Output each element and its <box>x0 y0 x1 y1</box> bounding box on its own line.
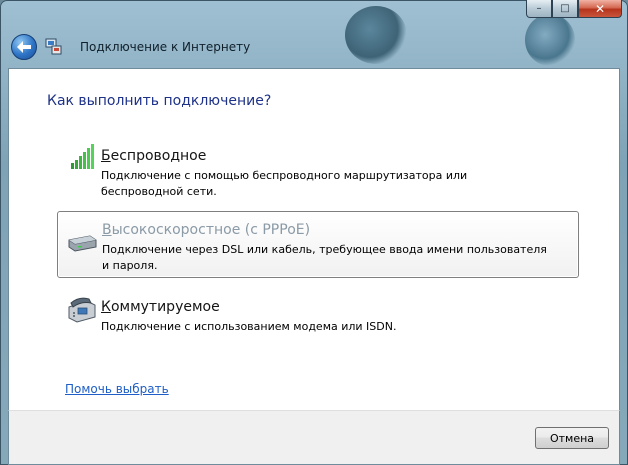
wireless-signal-icon <box>71 144 94 169</box>
connect-wizard-window: – □ ✕ Подключение к Интернету Как выполн… <box>0 0 628 465</box>
dialup-phone-icon <box>68 297 96 323</box>
footer-bar: Отмена <box>8 410 620 465</box>
option-dialup-title: Коммутируемое <box>101 299 220 315</box>
option-wireless[interactable]: Беспроводное Подключение с помощью беспр… <box>57 139 579 198</box>
option-broadband[interactable]: Высокоскоростное (с PPPoE) Подключение ч… <box>57 211 579 278</box>
window-title: Подключение к Интернету <box>80 40 251 54</box>
cancel-button[interactable]: Отмена <box>535 427 609 449</box>
option-title-rest: оммутируемое <box>110 299 220 315</box>
accelerator-letter: Б <box>101 148 111 164</box>
option-title-rest: ысокоскоростное (с PPPoE) <box>111 222 311 238</box>
option-title-rest: еспроводное <box>110 148 207 164</box>
content-panel: Как выполнить подключение? Беспроводное … <box>8 68 620 410</box>
caption-buttons: – □ ✕ <box>526 0 622 18</box>
accelerator-letter: К <box>101 299 111 315</box>
help-me-choose-link[interactable]: Помочь выбрать <box>65 382 169 396</box>
network-connection-icon <box>45 38 62 55</box>
minimize-button[interactable]: – <box>526 0 552 18</box>
option-wireless-description: Подключение с помощью беспроводного марш… <box>101 169 468 198</box>
option-broadband-description: Подключение через DSL или кабель, требую… <box>102 243 547 272</box>
title-bar: – □ ✕ Подключение к Интернету <box>0 0 628 66</box>
option-broadband-title: Высокоскоростное (с PPPoE) <box>102 222 310 238</box>
page-heading: Как выполнить подключение? <box>47 93 272 109</box>
maximize-button[interactable]: □ <box>552 0 578 18</box>
background-globe-icon <box>525 14 575 66</box>
option-dialup[interactable]: Коммутируемое Подключение с использовани… <box>57 291 579 339</box>
option-dialup-description: Подключение с использованием модема или … <box>101 320 397 333</box>
accelerator-letter: В <box>102 222 112 238</box>
broadband-modem-icon <box>68 235 97 252</box>
back-arrow-icon <box>17 41 31 53</box>
option-wireless-title: Беспроводное <box>101 148 206 164</box>
background-network-icon <box>345 6 407 64</box>
close-button[interactable]: ✕ <box>578 0 622 18</box>
back-button[interactable] <box>11 34 37 60</box>
